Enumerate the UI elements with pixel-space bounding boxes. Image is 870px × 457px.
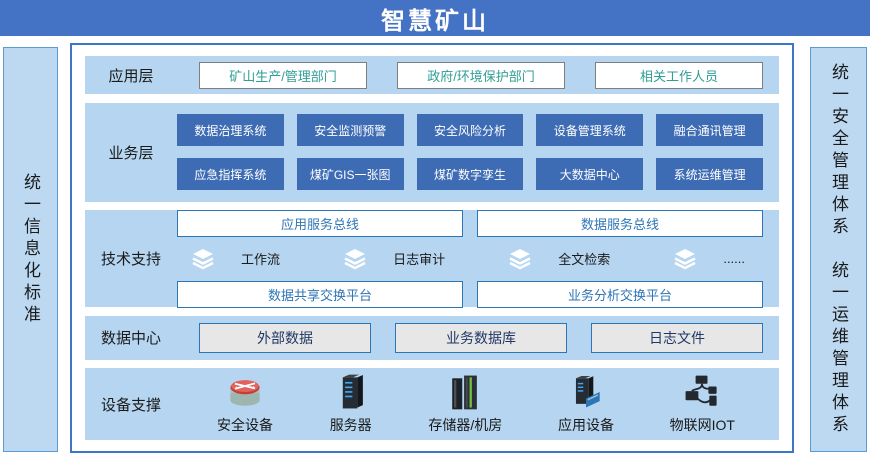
middleware-workflow: 工作流 [191,247,280,271]
equipment-security-device: 安全设备 [217,371,273,435]
equipment-iot: 物联网IOT [670,371,735,435]
layer-business-label: 业务层 [85,142,177,163]
business-item-risk-analysis: 安全风险分析 [417,114,524,146]
layers-icon [191,247,215,271]
business-row-1: 数据治理系统 安全监测预警 安全风险分析 设备管理系统 融合通讯管理 [177,114,763,146]
equipment-label: 服务器 [330,415,372,435]
layer-business: 业务层 数据治理系统 安全监测预警 安全风险分析 设备管理系统 融合通讯管理 应… [85,103,779,202]
data-sharing-platform: 数据共享交换平台 [177,281,463,308]
exchange-platform-row: 数据共享交换平台 业务分析交换平台 [177,281,763,308]
application-item-government: 政府/环境保护部门 [397,62,565,89]
business-analysis-platform: 业务分析交换平台 [477,281,763,308]
app-service-bus: 应用服务总线 [177,210,463,237]
data-item-external-data: 外部数据 [199,323,371,353]
right-sidebar: 统一安全管理体系 统一运维管理体系 [810,47,867,452]
business-item-comm-management: 融合通讯管理 [656,114,763,146]
right-sidebar-label-ops: 统一运维管理体系 [830,261,847,437]
middleware-more: ...... [673,247,745,271]
layers-icon [343,247,367,271]
tech-support-items: 应用服务总线 数据服务总线 工作流 [177,210,763,308]
equipment-label: 安全设备 [217,415,273,435]
business-item-data-governance: 数据治理系统 [177,114,284,146]
data-service-bus: 数据服务总线 [477,210,763,237]
middleware-label: ...... [723,251,745,266]
middleware-fulltext-search: 全文检索 [508,247,610,271]
left-sidebar-label: 统一信息化标准 [22,173,39,327]
business-item-emergency-command: 应急指挥系统 [177,158,284,190]
business-item-gis-map: 煤矿GIS一张图 [297,158,404,190]
application-item-related-staff: 相关工作人员 [595,62,763,89]
business-item-big-data-center: 大数据中心 [536,158,643,190]
left-sidebar: 统一信息化标准 [3,47,58,452]
business-item-system-ops: 系统运维管理 [656,158,763,190]
business-item-safety-monitoring: 安全监测预警 [297,114,404,146]
middleware-log-audit: 日志审计 [343,247,445,271]
data-item-log-files: 日志文件 [591,323,763,353]
page-title: 智慧矿山 [0,0,870,36]
business-item-digital-twin: 煤矿数字孪生 [417,158,524,190]
middleware-label: 日志审计 [393,249,445,268]
data-center-items: 外部数据 业务数据库 日志文件 [177,323,763,353]
main-panel: 应用层 矿山生产/管理部门 政府/环境保护部门 相关工作人员 业务层 数据治理系… [70,43,794,453]
layer-equipment: 设备支撑 安全设备 [85,368,779,440]
middleware-row: 工作流 日志审计 [177,245,763,273]
service-bus-row: 应用服务总线 数据服务总线 [177,210,763,237]
security-router-icon [223,371,267,413]
equipment-items: 安全设备 服务器 [177,371,763,437]
right-sidebar-label-security: 统一安全管理体系 [830,63,847,239]
middleware-label: 全文检索 [558,249,610,268]
business-items: 数据治理系统 安全监测预警 安全风险分析 设备管理系统 融合通讯管理 应急指挥系… [177,114,763,190]
layer-tech-support-label: 技术支持 [85,248,177,269]
equipment-label: 存储器/机房 [428,415,502,435]
layer-data-center: 数据中心 外部数据 业务数据库 日志文件 [85,316,779,360]
equipment-label: 物联网IOT [670,415,735,435]
application-item-mine-production: 矿山生产/管理部门 [199,62,367,89]
iot-network-icon [679,371,725,413]
middleware-label: 工作流 [241,249,280,268]
app-device-icon [564,371,608,413]
equipment-label: 应用设备 [558,415,614,435]
layer-data-center-label: 数据中心 [85,327,177,348]
data-item-business-db: 业务数据库 [395,323,567,353]
business-item-device-management: 设备管理系统 [536,114,643,146]
smart-mine-architecture-diagram: 智慧矿山 统一信息化标准 统一安全管理体系 统一运维管理体系 应用层 矿山生产/… [0,0,870,457]
layer-application-label: 应用层 [85,65,177,86]
application-items: 矿山生产/管理部门 政府/环境保护部门 相关工作人员 [177,62,763,89]
layers-icon [508,247,532,271]
layers-icon [673,247,697,271]
layer-application: 应用层 矿山生产/管理部门 政府/环境保护部门 相关工作人员 [85,56,779,94]
equipment-server: 服务器 [329,371,373,435]
storage-rack-icon [443,371,487,413]
business-row-2: 应急指挥系统 煤矿GIS一张图 煤矿数字孪生 大数据中心 系统运维管理 [177,158,763,190]
layer-tech-support: 技术支持 应用服务总线 数据服务总线 工作流 [85,210,779,307]
server-tower-icon [329,371,373,413]
equipment-app-device: 应用设备 [558,371,614,435]
layer-equipment-label: 设备支撑 [85,394,177,415]
equipment-storage-room: 存储器/机房 [428,371,502,435]
